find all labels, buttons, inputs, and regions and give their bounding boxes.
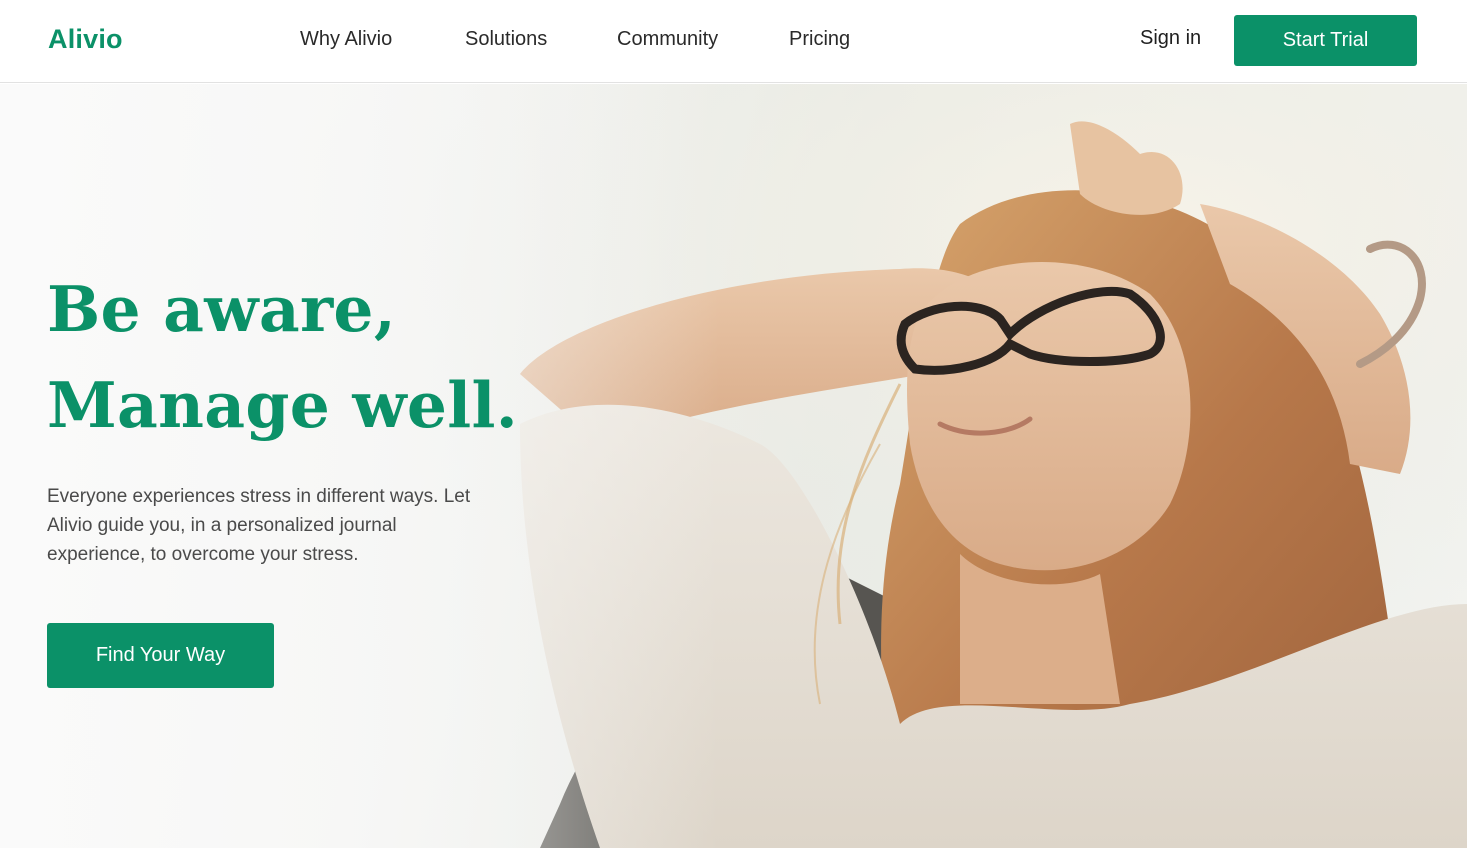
start-trial-button[interactable]: Start Trial bbox=[1234, 15, 1417, 66]
logo[interactable]: Alivio bbox=[48, 24, 123, 55]
nav-community[interactable]: Community bbox=[617, 28, 718, 51]
hero-section: Be aware, Manage well. Everyone experien… bbox=[0, 84, 1467, 848]
nav-solutions[interactable]: Solutions bbox=[465, 28, 547, 51]
sign-in-link[interactable]: Sign in bbox=[1140, 27, 1201, 50]
nav-pricing[interactable]: Pricing bbox=[789, 28, 850, 51]
site-header: Alivio Why Alivio Solutions Community Pr… bbox=[0, 0, 1467, 83]
hero-headline-line2: Manage well. bbox=[47, 368, 518, 442]
hero-description: Everyone experiences stress in different… bbox=[47, 486, 471, 565]
nav-why-alivio[interactable]: Why Alivio bbox=[300, 28, 392, 51]
hero-headline-line1: Be aware, bbox=[47, 272, 397, 346]
find-your-way-button[interactable]: Find Your Way bbox=[47, 623, 274, 688]
hero-overlay bbox=[0, 84, 720, 848]
